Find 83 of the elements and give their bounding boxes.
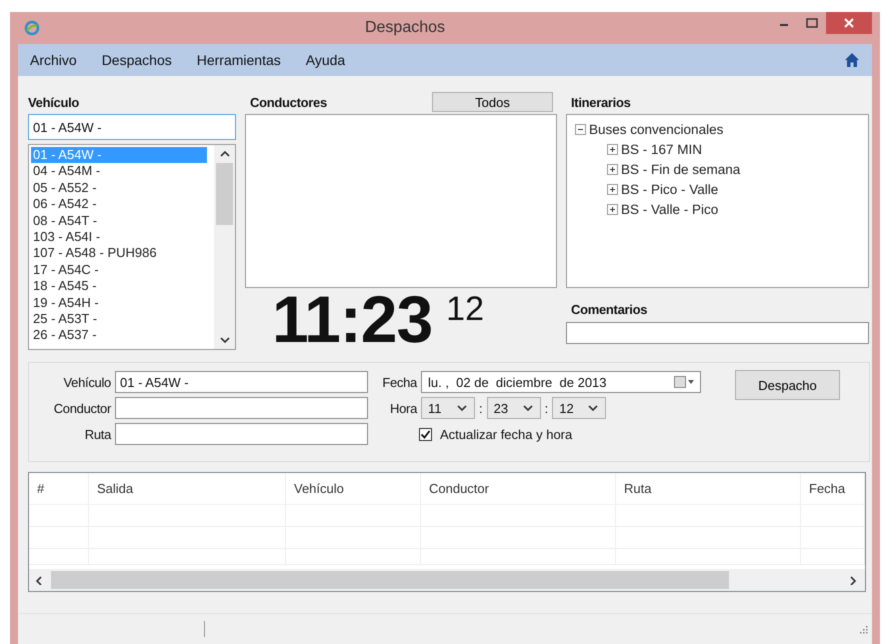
input-field[interactable] <box>115 423 368 445</box>
collapse-icon[interactable] <box>575 124 586 134</box>
section-label: Itinerarios <box>571 94 631 110</box>
list-item[interactable]: 08 - A54T - <box>31 212 207 229</box>
horizontal-scrollbar[interactable] <box>29 569 865 591</box>
list-item[interactable]: 107 - A548 - PUH986 <box>31 245 207 262</box>
table-cell <box>801 549 865 565</box>
expand-icon[interactable] <box>607 204 618 214</box>
field-label: Conductor <box>52 400 111 416</box>
time-select[interactable]: 11 <box>421 397 475 419</box>
close-icon <box>844 18 854 28</box>
list-item[interactable]: 103 - A54I - <box>31 228 207 246</box>
time-separator: : <box>479 400 483 416</box>
column-header[interactable]: # <box>29 473 89 505</box>
menu-item[interactable]: Despachos <box>102 52 172 68</box>
field-label: Ruta <box>84 426 111 442</box>
menu-item[interactable]: Ayuda <box>306 52 346 68</box>
clock-seconds: 12 <box>446 292 484 326</box>
expand-icon[interactable] <box>607 184 618 194</box>
comments-field[interactable] <box>566 322 869 344</box>
field-label: Fecha <box>381 374 417 390</box>
list-item[interactable]: 25 - A53T - <box>31 310 207 328</box>
checkbox[interactable] <box>419 428 432 440</box>
itineraries-tree[interactable]: Buses convencionales BS - 167 MIN BS - Fin de semana BS - Pico - Valle BS - Valle - Pico <box>566 114 869 288</box>
maximize-icon <box>806 18 818 28</box>
menu-item[interactable]: Archivo <box>30 52 77 68</box>
column-header[interactable]: Conductor <box>421 473 616 505</box>
tree-item[interactable]: BS - 167 MIN <box>621 142 702 156</box>
list-item[interactable]: 06 - A542 - <box>31 196 207 213</box>
tree-item[interactable]: BS - Valle - Pico <box>621 202 718 216</box>
scrollbar-thumb[interactable] <box>216 163 233 225</box>
vertical-scrollbar[interactable] <box>214 145 235 349</box>
table-cell <box>801 505 865 527</box>
app-logo-icon <box>24 20 40 36</box>
list-item[interactable]: 05 - A552 - <box>31 180 207 196</box>
tree-item[interactable]: BS - Fin de semana <box>621 162 740 176</box>
column-header[interactable]: Fecha <box>801 473 865 505</box>
time-separator: : <box>544 400 548 416</box>
vehicle-list[interactable]: 01 - A54W - 04 - A54M - 05 - A552 - 06 - A542 - 08 - A54T - 103 - A54I - 107 - A548 - PUH986 17 - A54C - 18 - A545 - 19 - A54H - 25 - A53T - 26 - A537 - <box>28 144 236 350</box>
table-cell <box>29 527 89 549</box>
date-picker[interactable]: lu. , 02 de diciembre de 2013 <box>421 371 701 393</box>
chevron-down-icon[interactable] <box>587 403 600 413</box>
scroll-down-icon[interactable] <box>218 335 230 345</box>
table-cell <box>801 527 865 549</box>
expand-icon[interactable] <box>607 164 618 174</box>
time-select[interactable]: 23 <box>486 397 541 419</box>
close-button[interactable] <box>826 12 872 34</box>
window-title: Despachos <box>364 19 446 37</box>
table-cell <box>29 549 89 565</box>
time-select[interactable]: 12 <box>552 397 606 419</box>
input-field[interactable] <box>115 397 368 419</box>
resize-grip-icon[interactable] <box>858 624 868 634</box>
table-cell <box>29 505 89 527</box>
list-item[interactable]: 04 - A54M - <box>31 163 207 180</box>
list-item[interactable]: 26 - A537 - <box>31 327 207 344</box>
column-header[interactable]: Ruta <box>616 473 801 505</box>
section-label: Conductores <box>250 94 327 110</box>
home-icon[interactable] <box>844 52 860 68</box>
column-header[interactable]: Vehículo <box>286 473 421 505</box>
scroll-up-icon[interactable] <box>218 149 230 159</box>
list-item[interactable]: 17 - A54C - <box>31 262 207 278</box>
tree-item[interactable]: Buses convencionales <box>589 122 724 136</box>
all-button[interactable]: Todos <box>432 92 553 112</box>
checkbox-label: Actualizar fecha y hora <box>440 426 572 442</box>
scrollbar-thumb[interactable] <box>51 571 729 589</box>
status-divider-icon <box>204 621 206 637</box>
section-label: Vehículo <box>28 94 80 110</box>
field-label: Hora <box>389 400 417 416</box>
input-field[interactable]: 01 - A54W - <box>115 371 368 393</box>
list-item[interactable]: 18 - A545 - <box>31 278 207 295</box>
section-label: Comentarios <box>571 302 648 319</box>
vehicle-combo-field[interactable]: 01 - A54W - <box>28 114 236 140</box>
calendar-dropdown-icon[interactable] <box>674 376 694 388</box>
chevron-down-icon[interactable] <box>522 403 534 413</box>
chevron-down-icon[interactable] <box>456 403 468 413</box>
field-label: Vehículo <box>62 374 111 390</box>
dispatch-button[interactable]: Despacho <box>735 370 840 400</box>
clock-time: 11:23 <box>272 288 432 350</box>
expand-icon[interactable] <box>607 144 618 154</box>
list-item[interactable]: 19 - A54H - <box>31 294 207 311</box>
tree-item[interactable]: BS - Pico - Valle <box>621 182 718 196</box>
column-header[interactable]: Salida <box>89 473 286 505</box>
menu-item[interactable]: Herramientas <box>196 52 281 68</box>
